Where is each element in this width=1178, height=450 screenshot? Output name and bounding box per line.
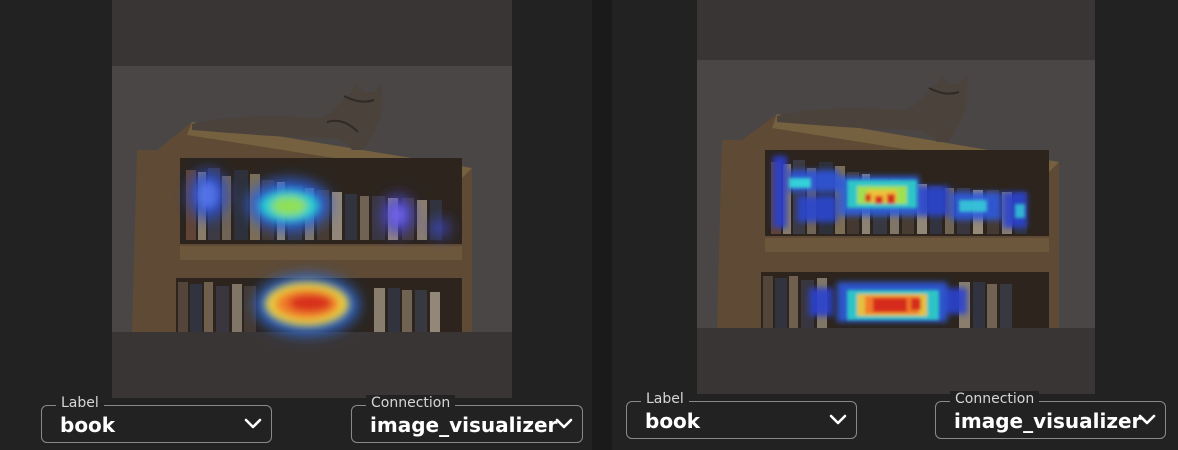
label-select[interactable]: Label book [41, 395, 272, 443]
label-select[interactable]: Label book [626, 391, 857, 439]
heatmap-image-viewer [112, 0, 512, 398]
chevron-down-icon[interactable] [554, 416, 574, 432]
connection-field-value: image_visualizer [370, 413, 558, 437]
label-field-caption: Label [56, 395, 104, 411]
connection-field-caption: Connection [366, 395, 456, 411]
heatmap-image-viewer [697, 0, 1095, 394]
connection-field-value: image_visualizer [954, 409, 1142, 433]
label-field-value: book [645, 409, 701, 433]
visualizer-panel-left: Label book Connection image_visualizer [0, 0, 592, 450]
visualizer-panel-right: Label book Connection image_visualizer [612, 0, 1178, 450]
panel-divider [592, 0, 612, 450]
label-field-value: book [60, 413, 116, 437]
chevron-down-icon[interactable] [1137, 412, 1157, 428]
heatmap-overlay-image [697, 0, 1095, 394]
heatmap-overlay-image [112, 0, 512, 398]
chevron-down-icon[interactable] [243, 416, 263, 432]
connection-select[interactable]: Connection image_visualizer [351, 395, 583, 443]
connection-select[interactable]: Connection image_visualizer [935, 391, 1166, 439]
label-field-caption: Label [641, 391, 689, 407]
chevron-down-icon[interactable] [828, 412, 848, 428]
connection-field-caption: Connection [950, 391, 1040, 407]
